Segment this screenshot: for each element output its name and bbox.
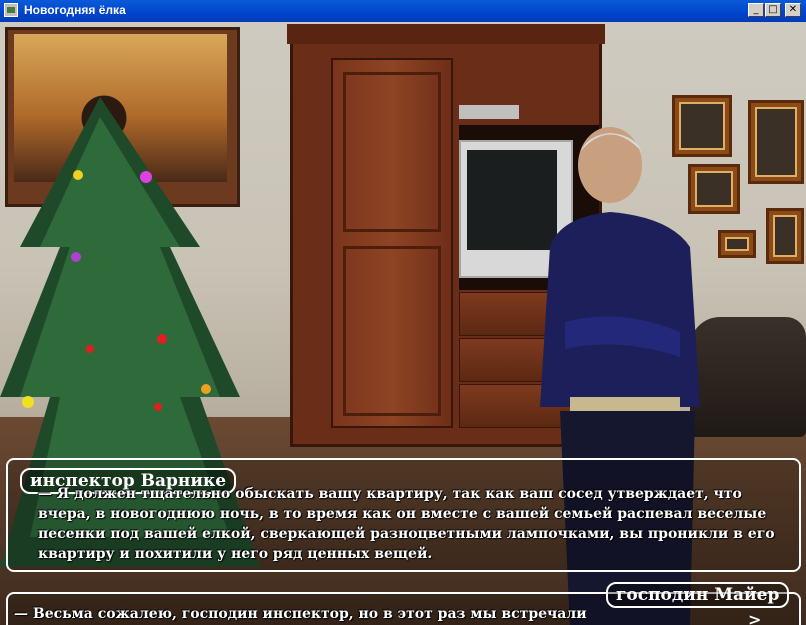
dialog-line-mayer: — Весьма сожалею, господин инспектор, но… bbox=[14, 606, 587, 622]
app-icon bbox=[4, 3, 18, 17]
cabinet-door bbox=[331, 58, 453, 428]
dialog-line-varnike: — Я должен тщательно обыскать вашу кварт… bbox=[38, 486, 775, 562]
minimize-button[interactable]: _ bbox=[748, 3, 764, 17]
maximize-button[interactable]: □ bbox=[765, 3, 781, 17]
window-title: Новогодняя ёлка bbox=[24, 3, 126, 17]
window-title-bar[interactable]: Новогодняя ёлка _ □ ✕ bbox=[0, 0, 806, 22]
continue-arrow-button[interactable]: > bbox=[748, 610, 761, 625]
close-button[interactable]: ✕ bbox=[785, 3, 801, 17]
video-player bbox=[459, 105, 519, 119]
game-scene[interactable]: инспектор Варнике — Я должен тщательно о… bbox=[0, 22, 806, 625]
